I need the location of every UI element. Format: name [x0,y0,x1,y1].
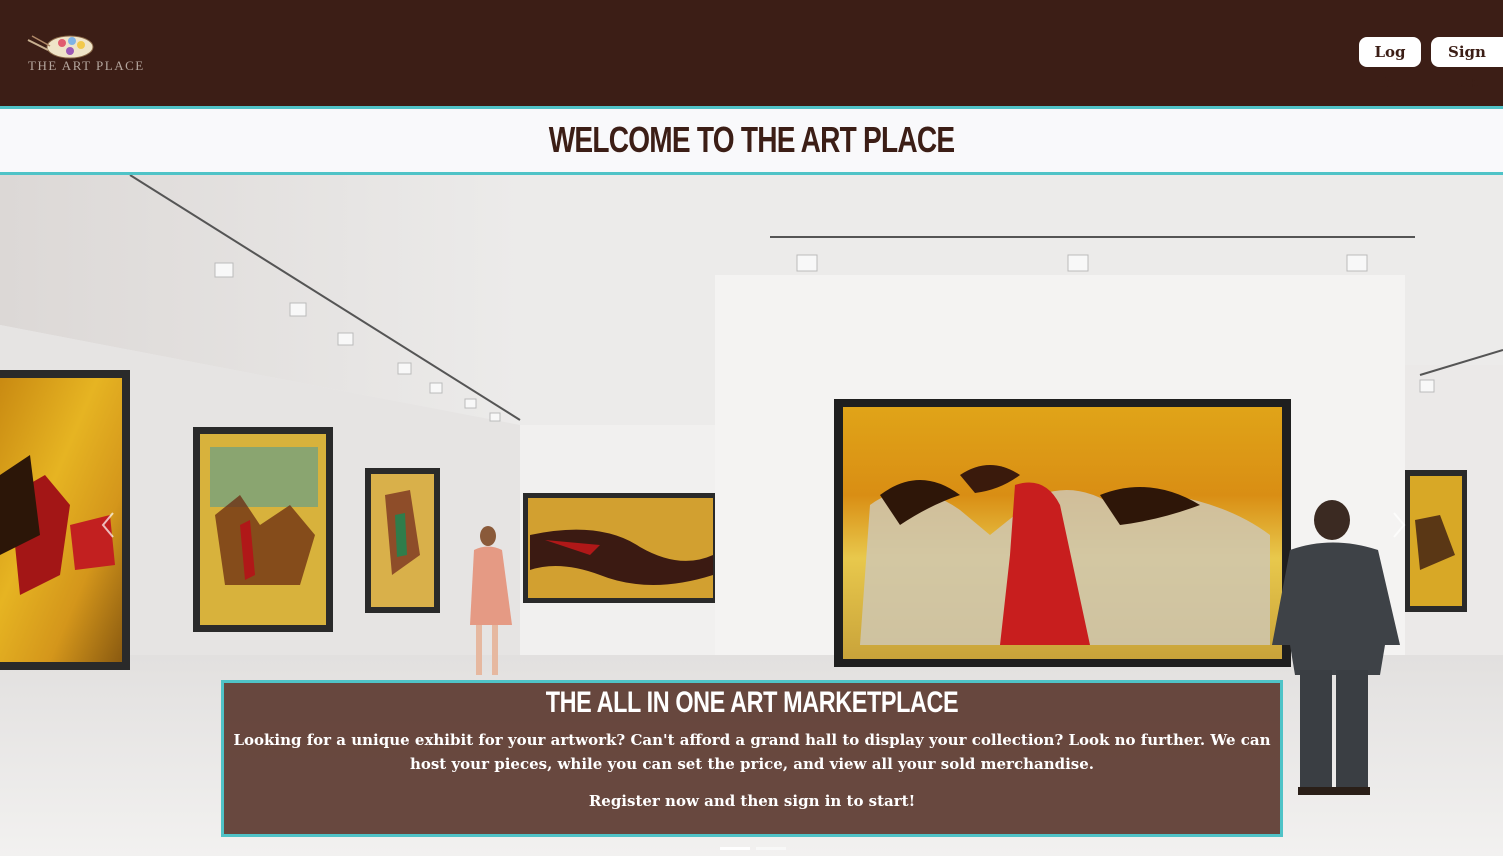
caption-body: Looking for a unique exhibit for your ar… [233,731,1271,773]
welcome-banner: WELCOME TO THE ART PLACE [0,106,1503,175]
carousel-indicators [720,847,790,851]
page-title: WELCOME TO THE ART PLACE [548,119,955,160]
carousel-caption: THE ALL IN ONE ART MARKETPLACE Looking f… [221,680,1283,837]
signup-button[interactable]: Sign Up [1431,37,1503,91]
hero-carousel: THE ALL IN ONE ART MARKETPLACE Looking f… [0,175,1503,856]
navbar: THE ART PLACE Log in Sign Up [0,0,1503,106]
brand-name: THE ART PLACE [28,58,145,73]
carousel-indicator-2[interactable] [756,847,786,850]
chevron-left-icon [101,512,114,538]
carousel-indicator-1[interactable] [720,847,750,850]
carousel-prev-button[interactable] [93,505,123,545]
login-button[interactable]: Log in [1359,37,1421,91]
caption-cta: Register now and then sign in to start! [588,792,916,810]
carousel-next-button[interactable] [1384,505,1414,545]
caption-title: THE ALL IN ONE ART MARKETPLACE [545,686,959,719]
chevron-right-icon [1393,512,1406,538]
brand-logo[interactable]: THE ART PLACE [26,34,196,80]
